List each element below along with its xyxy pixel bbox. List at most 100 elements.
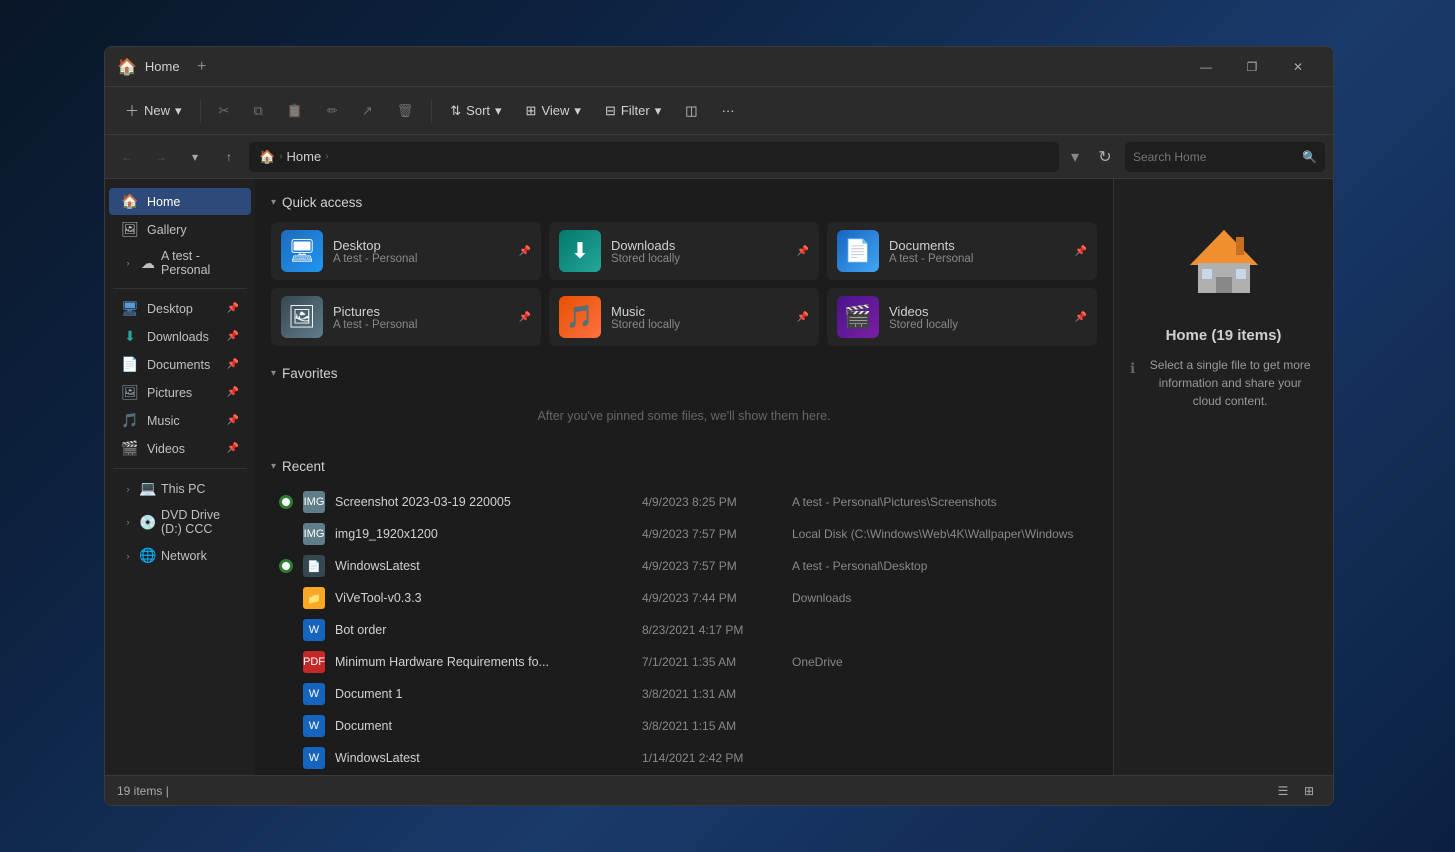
recent-date-5: 7/1/2021 1:35 AM <box>642 655 782 669</box>
quick-access-toggle[interactable]: ▾ <box>271 197 276 208</box>
sidebar-item-gallery[interactable]: 🖼 Gallery <box>109 216 251 243</box>
minimize-button[interactable]: — <box>1183 51 1229 83</box>
sidebar-item-dvd-drive[interactable]: › 💿 DVD Drive (D:) CCC <box>109 503 251 541</box>
dvd-sidebar-icon: 💿 <box>139 514 157 531</box>
qa-icon-documents: 📄 <box>837 230 879 272</box>
qa-item-downloads[interactable]: ⬇ Downloads Stored locally 📌 <box>549 222 819 280</box>
grid-view-button[interactable]: ⊞ <box>1297 779 1321 803</box>
sidebar-item-pictures[interactable]: 🖼 Pictures 📌 <box>109 379 251 406</box>
music-qa-pin: 📌 <box>797 312 809 323</box>
sort-button[interactable]: ⇅ Sort ▾ <box>440 98 511 124</box>
recent-item-4[interactable]: W Bot order 8/23/2021 4:17 PM <box>271 614 1097 646</box>
recent-date-2: 4/9/2023 7:57 PM <box>642 559 782 573</box>
title-bar-left: 🏠 Home + <box>117 53 1183 81</box>
address-path[interactable]: 🏠 › Home › <box>249 142 1059 172</box>
list-view-button[interactable]: ☰ <box>1271 779 1295 803</box>
more-button[interactable]: ··· <box>712 98 745 123</box>
recent-item-6[interactable]: W Document 1 3/8/2021 1:31 AM <box>271 678 1097 710</box>
recent-date-1: 4/9/2023 7:57 PM <box>642 527 782 541</box>
new-tab-button[interactable]: + <box>188 53 216 81</box>
qa-item-music[interactable]: 🎵 Music Stored locally 📌 <box>549 288 819 346</box>
recent-location-5: OneDrive <box>792 655 1089 669</box>
qa-item-desktop[interactable]: 🖥 Desktop A test - Personal 📌 <box>271 222 541 280</box>
videos-sidebar-icon: 🎬 <box>121 440 139 457</box>
status-count: 19 items <box>117 784 162 798</box>
close-button[interactable]: ✕ <box>1275 51 1321 83</box>
address-bar: ← → ▾ ↑ 🏠 › Home › ▾ ↻ 🔍 <box>105 135 1333 179</box>
expand-icon-a-test: › <box>121 256 135 270</box>
favorites-empty-message: After you've pinned some files, we'll sh… <box>271 393 1097 439</box>
details-button[interactable]: ◫ <box>675 98 707 124</box>
sidebar-item-this-pc[interactable]: › 💻 This PC <box>109 475 251 502</box>
recent-item-2[interactable]: 📄 WindowsLatest 4/9/2023 7:57 PM A test … <box>271 550 1097 582</box>
music-sidebar-icon: 🎵 <box>121 412 139 429</box>
recent-toggle[interactable]: ▾ <box>271 461 276 472</box>
delete-button[interactable]: 🗑 <box>387 98 424 124</box>
copy-button[interactable]: ⧉ <box>243 98 272 124</box>
favorites-label: Favorites <box>282 366 338 381</box>
search-box[interactable]: 🔍 <box>1125 142 1325 172</box>
window-icon: 🏠 <box>117 57 137 77</box>
recent-item-1[interactable]: IMG img19_1920x1200 4/9/2023 7:57 PM Loc… <box>271 518 1097 550</box>
refresh-button[interactable]: ↻ <box>1091 143 1119 171</box>
search-input[interactable] <box>1133 150 1296 164</box>
favorites-header: ▾ Favorites <box>271 366 1097 381</box>
view-button[interactable]: ⊞ View ▾ <box>516 98 591 124</box>
paste-button[interactable]: 📋 <box>277 98 313 124</box>
cut-button[interactable]: ✂ <box>209 98 240 124</box>
recent-location-0: A test - Personal\Pictures\Screenshots <box>792 495 1089 509</box>
expand-dropdown-button[interactable]: ▾ <box>181 143 209 171</box>
sidebar-documents-label: Documents <box>147 358 210 372</box>
recent-item-7[interactable]: W Document 3/8/2021 1:15 AM <box>271 710 1097 742</box>
recent-name-2: WindowsLatest <box>335 559 632 573</box>
view-toggle: ☰ ⊞ <box>1271 779 1321 803</box>
sidebar-network-label: Network <box>161 549 207 563</box>
share-button[interactable]: ↗ <box>352 98 383 124</box>
sidebar-item-network[interactable]: › 🌐 Network <box>109 542 251 569</box>
sidebar-item-documents[interactable]: 📄 Documents 📌 <box>109 351 251 378</box>
qa-item-pictures[interactable]: 🖼 Pictures A test - Personal 📌 <box>271 288 541 346</box>
search-icon: 🔍 <box>1302 150 1317 164</box>
recent-name-1: img19_1920x1200 <box>335 527 632 541</box>
copy-icon: ⧉ <box>253 103 262 119</box>
qa-item-documents[interactable]: 📄 Documents A test - Personal 📌 <box>827 222 1097 280</box>
recent-name-6: Document 1 <box>335 687 632 701</box>
qa-sub-downloads: Stored locally <box>611 253 787 265</box>
recent-item-0[interactable]: IMG Screenshot 2023-03-19 220005 4/9/202… <box>271 486 1097 518</box>
recent-date-0: 4/9/2023 8:25 PM <box>642 495 782 509</box>
sidebar-item-home[interactable]: 🏠 Home <box>109 188 251 215</box>
forward-button[interactable]: → <box>147 143 175 171</box>
qa-icon-videos: 🎬 <box>837 296 879 338</box>
info-panel-title: Home (19 items) <box>1166 327 1282 344</box>
path-home-label: Home <box>287 149 322 164</box>
maximize-button[interactable]: ❐ <box>1229 51 1275 83</box>
rename-button[interactable]: ✏ <box>317 98 348 124</box>
sidebar-item-desktop[interactable]: 🖥 Desktop 📌 <box>109 295 251 322</box>
new-icon: ＋ <box>125 101 139 121</box>
recent-item-3[interactable]: 📁 ViVeTool-v0.3.3 4/9/2023 7:44 PM Downl… <box>271 582 1097 614</box>
filter-button[interactable]: ⊟ Filter ▾ <box>595 98 671 124</box>
sidebar-item-videos[interactable]: 🎬 Videos 📌 <box>109 435 251 462</box>
new-button[interactable]: ＋ New ▾ <box>115 96 192 126</box>
status-separator: | <box>166 784 169 798</box>
recent-date-6: 3/8/2021 1:31 AM <box>642 687 782 701</box>
recent-date-7: 3/8/2021 1:15 AM <box>642 719 782 733</box>
quick-access-grid: 🖥 Desktop A test - Personal 📌 ⬇ Download… <box>271 222 1097 346</box>
recent-date-3: 4/9/2023 7:44 PM <box>642 591 782 605</box>
sidebar-item-a-test[interactable]: › ☁ A test - Personal <box>109 244 251 282</box>
back-button[interactable]: ← <box>113 143 141 171</box>
cloud-sidebar-icon: ☁ <box>139 255 157 272</box>
documents-pin-icon: 📌 <box>227 359 239 370</box>
recent-item-5[interactable]: PDF Minimum Hardware Requirements fo... … <box>271 646 1097 678</box>
qa-icon-pictures: 🖼 <box>281 296 323 338</box>
qa-item-videos[interactable]: 🎬 Videos Stored locally 📌 <box>827 288 1097 346</box>
up-directory-button[interactable]: ↑ <box>215 143 243 171</box>
toolbar: ＋ New ▾ ✂ ⧉ 📋 ✏ ↗ 🗑 ⇅ Sort ▾ ⊞ <box>105 87 1333 135</box>
address-dropdown-button[interactable]: ▾ <box>1065 143 1085 171</box>
documents-qa-pin: 📌 <box>1075 246 1087 257</box>
sidebar-item-downloads[interactable]: ⬇ Downloads 📌 <box>109 323 251 350</box>
sidebar-item-music[interactable]: 🎵 Music 📌 <box>109 407 251 434</box>
favorites-toggle[interactable]: ▾ <box>271 368 276 379</box>
recent-item-8[interactable]: W WindowsLatest 1/14/2021 2:42 PM <box>271 742 1097 774</box>
downloads-pin-icon: 📌 <box>227 331 239 342</box>
